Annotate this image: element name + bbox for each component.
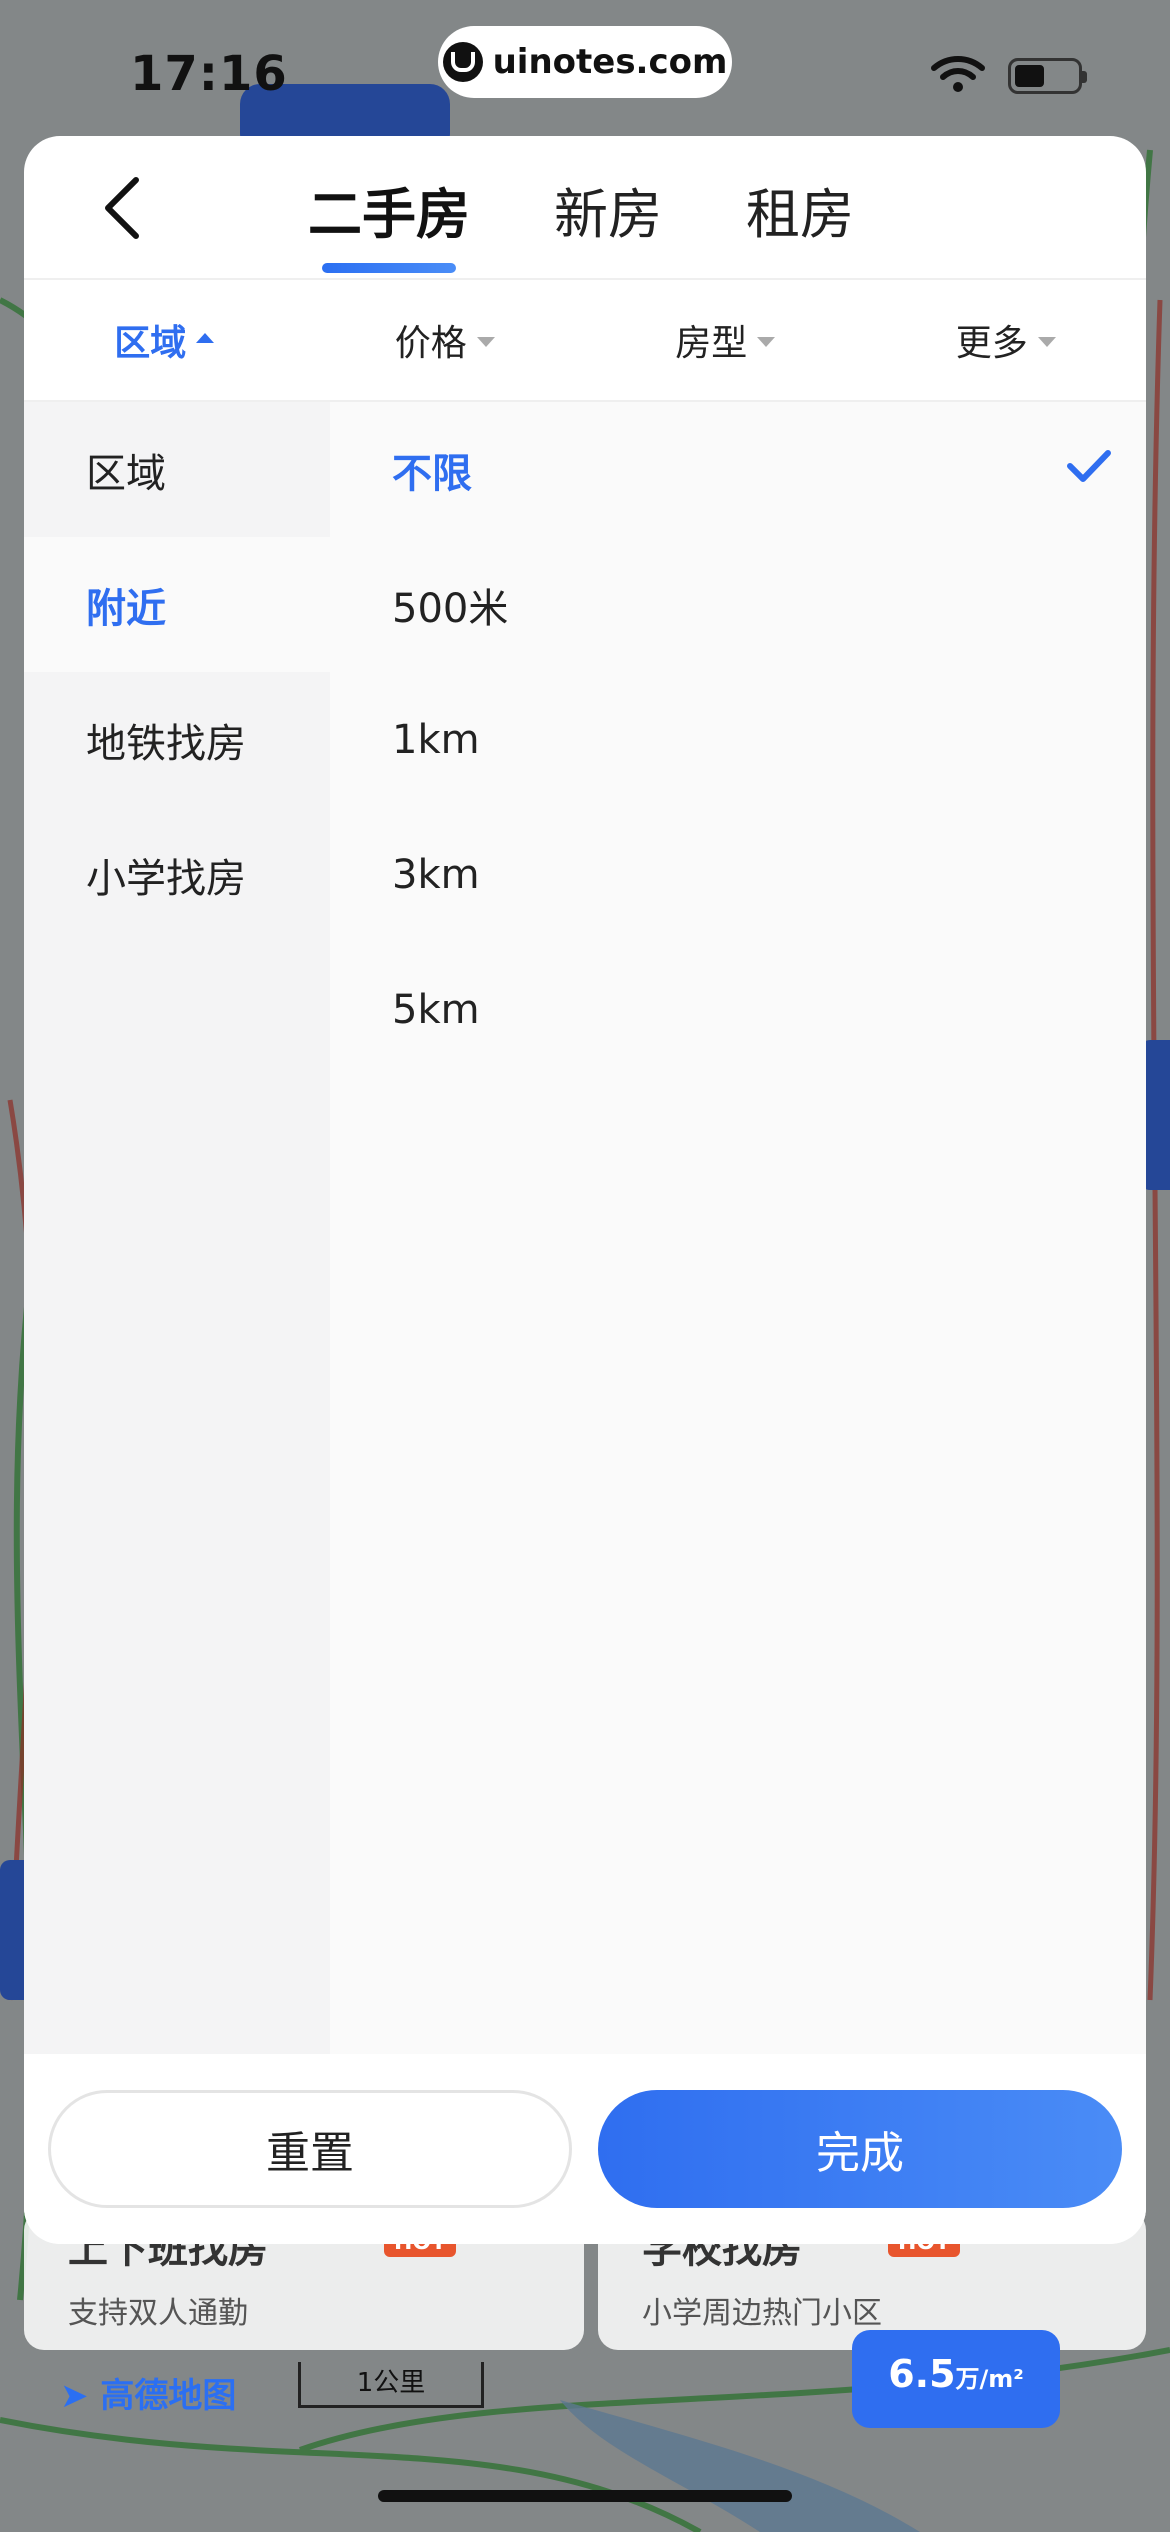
- option-item-1km[interactable]: 1km: [330, 672, 1146, 807]
- uinotes-logo-icon: [442, 42, 483, 82]
- screen: 上下班找房 HOT 支持双人通勤 学校找房 HOT 小学周边热门小区 ➤ 高德地…: [0, 0, 1170, 2532]
- tab-second-hand[interactable]: 二手房: [308, 170, 470, 273]
- filter-bar: 区域 价格 房型 更多: [24, 280, 1146, 402]
- amap-logo-text: 高德地图: [100, 2376, 237, 2416]
- filter-layout-label: 房型: [675, 323, 748, 364]
- tab-rental[interactable]: 租房: [746, 170, 854, 269]
- home-indicator[interactable]: [378, 2490, 792, 2502]
- category-item-subway[interactable]: 地铁找房: [24, 672, 330, 807]
- commute-card-subtitle: 支持双人通勤: [68, 2296, 248, 2331]
- option-item-3km[interactable]: 3km: [330, 807, 1146, 942]
- price-value: 6.5: [888, 2352, 956, 2396]
- filter-price-label: 价格: [394, 323, 467, 364]
- caret-down-icon: [757, 337, 776, 347]
- battery-icon: [1008, 58, 1087, 94]
- category-item-area[interactable]: 区域: [24, 402, 330, 537]
- filter-price[interactable]: 价格: [305, 314, 586, 366]
- caret-down-icon: [1037, 337, 1056, 347]
- filter-more-label: 更多: [955, 323, 1028, 364]
- chevron-left-icon: [105, 177, 139, 239]
- status-time: 17:16: [130, 46, 288, 102]
- filter-more[interactable]: 更多: [866, 314, 1147, 366]
- caret-up-icon: [196, 333, 215, 343]
- distance-option-list: 不限 500米 1km 3km 5km: [330, 402, 1146, 2054]
- option-label: 不限: [392, 450, 472, 497]
- tab-new-home[interactable]: 新房: [554, 170, 662, 269]
- sheet-header: 二手房 新房 租房: [24, 136, 1146, 280]
- status-bar: 17:16 uinotes.com: [0, 0, 1170, 130]
- option-item-500m[interactable]: 500米: [330, 537, 1146, 672]
- filter-area-label: 区域: [114, 323, 187, 364]
- url-pill[interactable]: uinotes.com: [438, 26, 732, 98]
- done-button[interactable]: 完成: [598, 2090, 1122, 2208]
- option-item-unlimited[interactable]: 不限: [330, 402, 1146, 537]
- amap-logo: ➤ 高德地图: [60, 2368, 236, 2417]
- navigation-arrow-icon: ➤: [60, 2376, 89, 2416]
- category-item-school[interactable]: 小学找房: [24, 807, 330, 942]
- url-text: uinotes.com: [492, 42, 728, 82]
- back-button[interactable]: [92, 176, 152, 240]
- price-unit: 万/m²: [955, 2365, 1024, 2393]
- price-marker[interactable]: 6.5万/m²: [852, 2330, 1060, 2428]
- option-item-5km[interactable]: 5km: [330, 942, 1146, 1077]
- wifi-icon: [931, 56, 985, 92]
- property-type-tabs: 二手房 新房 租房: [308, 170, 854, 273]
- checkmark-icon: [1067, 450, 1111, 482]
- reset-button[interactable]: 重置: [48, 2090, 572, 2208]
- filter-body: 区域 附近 地铁找房 小学找房 不限 500米 1km 3km 5km: [24, 402, 1146, 2054]
- filter-layout[interactable]: 房型: [585, 314, 866, 366]
- category-item-nearby[interactable]: 附近: [24, 537, 330, 672]
- map-scale: 1公里: [298, 2362, 484, 2408]
- caret-down-icon: [476, 337, 495, 347]
- area-category-list: 区域 附近 地铁找房 小学找房: [24, 402, 330, 2054]
- school-card-subtitle: 小学周边热门小区: [642, 2296, 882, 2331]
- filter-sheet: 二手房 新房 租房 区域 价格 房型 更多 区域 附近 地铁找房 小学找房 不限…: [24, 136, 1146, 2244]
- sheet-footer: 重置 完成: [24, 2054, 1146, 2244]
- filter-area[interactable]: 区域: [24, 314, 305, 366]
